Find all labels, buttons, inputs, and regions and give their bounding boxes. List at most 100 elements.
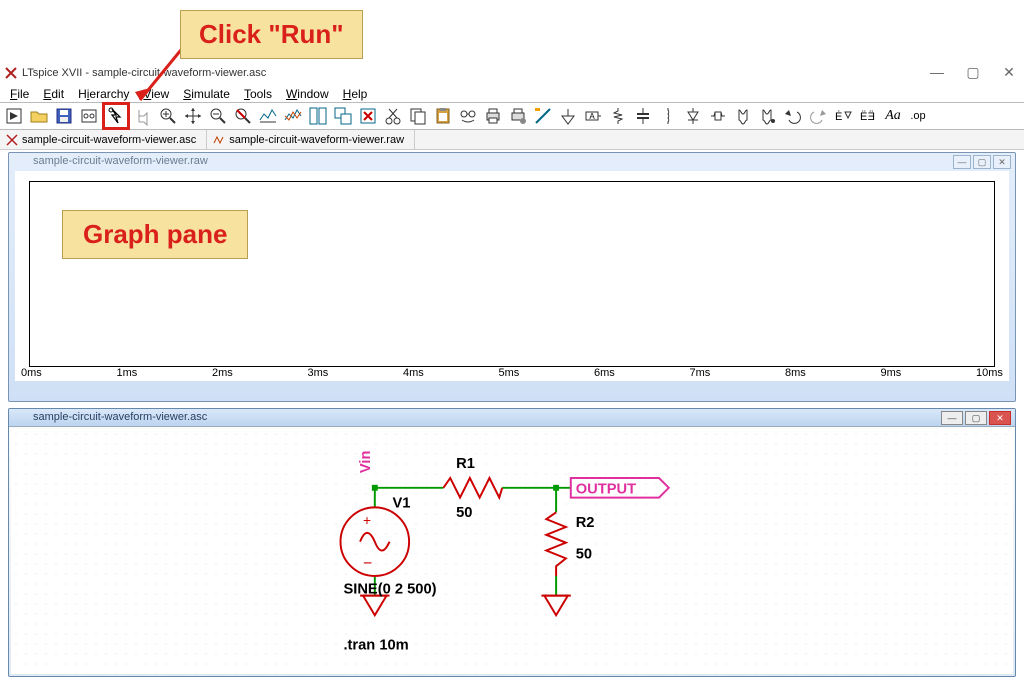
- svg-text:−: −: [363, 555, 372, 572]
- control-panel-button[interactable]: [77, 104, 101, 128]
- output-label-text: OUTPUT: [576, 482, 636, 498]
- menu-hierarchy[interactable]: Hierarchy: [72, 86, 135, 102]
- tab-label: sample-circuit-waveform-viewer.raw: [229, 134, 404, 146]
- tran-directive: .tran 10m: [343, 638, 408, 654]
- minimize-button[interactable]: —: [928, 64, 946, 81]
- x-tick: 0ms: [21, 367, 42, 379]
- tab-waveform[interactable]: sample-circuit-waveform-viewer.raw: [207, 130, 415, 149]
- x-tick: 5ms: [499, 367, 520, 379]
- svg-text:A: A: [589, 112, 595, 121]
- capacitor-button[interactable]: [631, 104, 655, 128]
- undo-button[interactable]: [781, 104, 805, 128]
- resistor-button[interactable]: [606, 104, 630, 128]
- pane-minimize-button[interactable]: —: [941, 411, 963, 425]
- pane-close-button[interactable]: ✕: [993, 155, 1011, 169]
- x-tick: 7ms: [690, 367, 711, 379]
- close-win-button[interactable]: [356, 104, 380, 128]
- resistor-r1[interactable]: [443, 478, 502, 498]
- move-button[interactable]: [731, 104, 755, 128]
- menu-file[interactable]: File: [4, 86, 35, 102]
- svg-text:Ë: Ë: [868, 111, 875, 123]
- text-button[interactable]: Aa: [881, 104, 905, 128]
- svg-text:Ė: Ė: [835, 110, 842, 123]
- v1-label: V1: [392, 495, 410, 511]
- save-button[interactable]: [52, 104, 76, 128]
- close-button[interactable]: ✕: [1000, 64, 1018, 81]
- waveform-pane: sample-circuit-waveform-viewer.raw — ▢ ✕…: [8, 152, 1016, 402]
- vin-label: Vin: [358, 450, 374, 473]
- schematic-canvas[interactable]: + − OUTPUT: [11, 429, 1013, 674]
- tab-label: sample-circuit-waveform-viewer.asc: [22, 134, 196, 146]
- resistor-r2[interactable]: [546, 512, 566, 576]
- sine-directive: SINE(0 2 500): [343, 582, 436, 598]
- waveform-x-axis: 0ms 1ms 2ms 3ms 4ms 5ms 6ms 7ms 8ms 9ms …: [21, 367, 1003, 379]
- schematic-pane: sample-circuit-waveform-viewer.asc — ▢ ✕: [8, 408, 1016, 677]
- tab-bar: sample-circuit-waveform-viewer.asc sampl…: [0, 130, 1024, 150]
- schematic-svg: + − OUTPUT: [11, 429, 1013, 674]
- setup-button[interactable]: [281, 104, 305, 128]
- voltage-source-v1[interactable]: + −: [341, 507, 410, 576]
- schematic-icon: [6, 134, 18, 146]
- open-button[interactable]: [27, 104, 51, 128]
- menu-help[interactable]: Help: [337, 86, 374, 102]
- x-tick: 2ms: [212, 367, 233, 379]
- cut-button[interactable]: [381, 104, 405, 128]
- x-tick: 4ms: [403, 367, 424, 379]
- r1-value: 50: [456, 505, 472, 521]
- label-net-button[interactable]: A: [581, 104, 605, 128]
- menu-tools[interactable]: Tools: [238, 86, 278, 102]
- tab-schematic[interactable]: sample-circuit-waveform-viewer.asc: [0, 130, 207, 149]
- find-button[interactable]: [456, 104, 480, 128]
- waveform-pane-title: sample-circuit-waveform-viewer.raw: [9, 153, 1015, 169]
- run-callout: Click "Run": [180, 10, 363, 59]
- menu-window[interactable]: Window: [280, 86, 335, 102]
- paste-button[interactable]: [431, 104, 455, 128]
- mirror-button[interactable]: ËË: [856, 104, 880, 128]
- pane-close-button[interactable]: ✕: [989, 411, 1011, 425]
- window-controls: — ▢ ✕: [928, 64, 1018, 81]
- svg-text:Ë: Ë: [860, 111, 867, 123]
- x-tick: 6ms: [594, 367, 615, 379]
- menu-edit[interactable]: Edit: [37, 86, 70, 102]
- waveform-icon: [213, 134, 225, 146]
- ground-r2[interactable]: [541, 596, 570, 616]
- ground-v1[interactable]: [360, 596, 389, 616]
- waveform-window-controls: — ▢ ✕: [953, 155, 1011, 169]
- zoom-out-button[interactable]: [206, 104, 230, 128]
- inductor-button[interactable]: [656, 104, 680, 128]
- x-tick: 8ms: [785, 367, 806, 379]
- graph-pane-callout: Graph pane: [62, 210, 248, 259]
- print-setup-button[interactable]: [506, 104, 530, 128]
- r2-label: R2: [576, 515, 595, 531]
- rotate-button[interactable]: Ė: [831, 104, 855, 128]
- svg-text:+: +: [363, 513, 371, 528]
- pane-maximize-button[interactable]: ▢: [965, 411, 987, 425]
- maximize-button[interactable]: ▢: [964, 64, 982, 81]
- run-button[interactable]: [102, 102, 130, 130]
- diode-button[interactable]: [681, 104, 705, 128]
- waveform-plot[interactable]: Graph pane: [29, 181, 995, 367]
- x-tick: 9ms: [881, 367, 902, 379]
- x-tick: 1ms: [117, 367, 138, 379]
- spice-directive-button[interactable]: .op: [906, 104, 930, 128]
- redo-button[interactable]: [806, 104, 830, 128]
- component-button[interactable]: [706, 104, 730, 128]
- tile-button[interactable]: [306, 104, 330, 128]
- r2-value: 50: [576, 546, 592, 562]
- zoom-fit-button[interactable]: [231, 104, 255, 128]
- draw-wire-button[interactable]: [531, 104, 555, 128]
- copy-button[interactable]: [406, 104, 430, 128]
- new-schematic-button[interactable]: [2, 104, 26, 128]
- x-tick: 3ms: [308, 367, 329, 379]
- schematic-pane-title: sample-circuit-waveform-viewer.asc: [9, 409, 1015, 427]
- autorange-button[interactable]: [256, 104, 280, 128]
- ground-button[interactable]: [556, 104, 580, 128]
- x-tick: 10ms: [976, 367, 1003, 379]
- waveform-plot-area[interactable]: Graph pane 0ms 1ms 2ms 3ms 4ms 5ms 6ms 7…: [15, 171, 1009, 381]
- pane-minimize-button[interactable]: —: [953, 155, 971, 169]
- drag-button[interactable]: [756, 104, 780, 128]
- print-button[interactable]: [481, 104, 505, 128]
- cascade-button[interactable]: [331, 104, 355, 128]
- schematic-window-controls: — ▢ ✕: [941, 411, 1011, 425]
- pane-maximize-button[interactable]: ▢: [973, 155, 991, 169]
